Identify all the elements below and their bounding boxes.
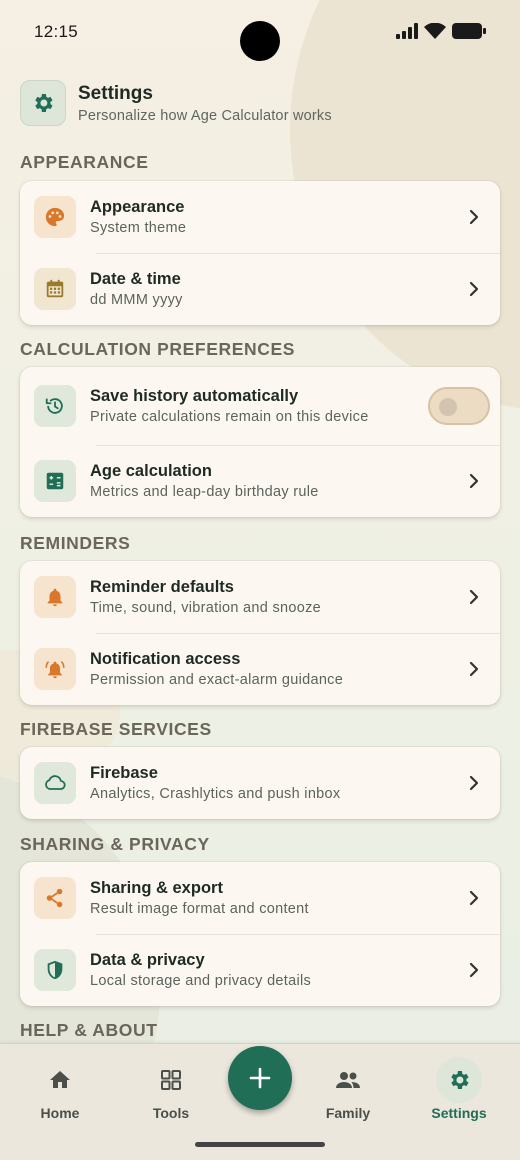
camera-cutout bbox=[240, 21, 280, 61]
page-header: Settings Personalize how Age Calculator … bbox=[20, 80, 500, 126]
setting-title: Date & time bbox=[90, 270, 181, 288]
section-title-sharing: SHARING & PRIVACY bbox=[20, 834, 210, 854]
setting-row-notification-access[interactable]: Notification access Permission and exact… bbox=[20, 633, 500, 705]
nav-item-settings[interactable]: Settings bbox=[414, 1044, 504, 1134]
section-title-appearance: APPEARANCE bbox=[20, 152, 149, 172]
setting-subtitle: Metrics and leap-day birthday rule bbox=[90, 484, 319, 500]
setting-subtitle: Time, sound, vibration and snooze bbox=[90, 600, 322, 616]
nav-item-family[interactable]: Family bbox=[303, 1044, 393, 1134]
calculator-icon bbox=[46, 472, 64, 490]
firebase-card: Firebase Analytics, Crashlytics and push… bbox=[20, 747, 500, 819]
sharing-card: Sharing & export Result image format and… bbox=[20, 862, 500, 1006]
reminders-card: Reminder defaults Time, sound, vibration… bbox=[20, 561, 500, 705]
status-time: 12:15 bbox=[34, 22, 79, 41]
palette-icon bbox=[45, 207, 65, 227]
setting-subtitle: dd MMM yyyy bbox=[90, 292, 183, 308]
chevron-right-icon bbox=[469, 473, 479, 489]
setting-subtitle: Local storage and privacy details bbox=[90, 973, 312, 989]
setting-row-data-privacy[interactable]: Data & privacy Local storage and privacy… bbox=[20, 934, 500, 1006]
section-title-calculation: CALCULATION PREFERENCES bbox=[20, 339, 296, 359]
people-icon bbox=[336, 1072, 360, 1088]
setting-row-firebase[interactable]: Firebase Analytics, Crashlytics and push… bbox=[20, 747, 500, 819]
calendar-icon bbox=[46, 279, 64, 298]
add-fab-button[interactable] bbox=[228, 1046, 292, 1110]
section-title-firebase: FIREBASE SERVICES bbox=[20, 719, 212, 739]
section-title-help: HELP & ABOUT bbox=[20, 1020, 158, 1040]
status-bar: 12:15 bbox=[0, 0, 520, 62]
nav-label: Tools bbox=[152, 1105, 190, 1121]
nav-label: Family bbox=[325, 1105, 371, 1121]
setting-subtitle: Permission and exact-alarm guidance bbox=[90, 672, 344, 688]
bell-icon bbox=[47, 588, 63, 607]
chevron-right-icon bbox=[469, 589, 479, 605]
plus-icon bbox=[249, 1067, 271, 1089]
save-history-toggle[interactable] bbox=[428, 387, 490, 425]
home-indicator[interactable] bbox=[195, 1142, 325, 1147]
chevron-right-icon bbox=[469, 209, 479, 225]
setting-row-reminder-defaults[interactable]: Reminder defaults Time, sound, vibration… bbox=[20, 561, 500, 633]
gear-icon bbox=[451, 1071, 469, 1089]
grid-icon bbox=[161, 1070, 181, 1090]
chevron-right-icon bbox=[469, 775, 479, 791]
toggle-knob bbox=[439, 398, 457, 416]
setting-title: Data & privacy bbox=[90, 951, 205, 969]
setting-title: Notification access bbox=[90, 650, 241, 668]
gear-icon bbox=[35, 94, 53, 112]
setting-subtitle: Analytics, Crashlytics and push inbox bbox=[90, 786, 341, 802]
setting-row-save-history[interactable]: Save history automatically Private calcu… bbox=[20, 367, 500, 445]
system-icons bbox=[396, 23, 486, 39]
setting-title: Firebase bbox=[90, 764, 158, 782]
setting-title: Reminder defaults bbox=[90, 578, 234, 596]
setting-subtitle: Result image format and content bbox=[90, 901, 309, 917]
setting-title: Appearance bbox=[90, 198, 185, 216]
nav-label: Settings bbox=[431, 1105, 487, 1121]
setting-title: Age calculation bbox=[90, 462, 212, 480]
battery-icon bbox=[452, 23, 486, 39]
shield-icon bbox=[47, 960, 63, 980]
appearance-card: Appearance System theme Date & time dd M… bbox=[20, 181, 500, 325]
settings-header-icon bbox=[20, 80, 66, 126]
calculation-card: Save history automatically Private calcu… bbox=[20, 367, 500, 517]
home-icon bbox=[50, 1071, 70, 1088]
nav-label: Home bbox=[40, 1105, 80, 1121]
nav-item-tools[interactable]: Tools bbox=[126, 1044, 216, 1134]
chevron-right-icon bbox=[469, 661, 479, 677]
share-icon bbox=[46, 888, 63, 908]
chevron-right-icon bbox=[469, 962, 479, 978]
chevron-right-icon bbox=[469, 281, 479, 297]
alarm-bell-icon bbox=[45, 661, 65, 679]
setting-row-date-time[interactable]: Date & time dd MMM yyyy bbox=[20, 253, 500, 325]
page-subtitle: Personalize how Age Calculator works bbox=[78, 107, 332, 124]
cloud-icon bbox=[45, 775, 66, 790]
setting-title: Sharing & export bbox=[90, 879, 223, 897]
wifi-icon bbox=[424, 23, 446, 39]
setting-subtitle: System theme bbox=[90, 220, 187, 236]
signal-icon bbox=[396, 23, 418, 39]
chevron-right-icon bbox=[469, 890, 479, 906]
setting-row-appearance[interactable]: Appearance System theme bbox=[20, 181, 500, 253]
history-icon bbox=[45, 398, 63, 414]
section-title-reminders: REMINDERS bbox=[20, 533, 131, 553]
setting-row-sharing-export[interactable]: Sharing & export Result image format and… bbox=[20, 862, 500, 934]
nav-item-home[interactable]: Home bbox=[15, 1044, 105, 1134]
page-title: Settings bbox=[78, 82, 153, 104]
setting-row-age-calculation[interactable]: Age calculation Metrics and leap-day bir… bbox=[20, 445, 500, 517]
